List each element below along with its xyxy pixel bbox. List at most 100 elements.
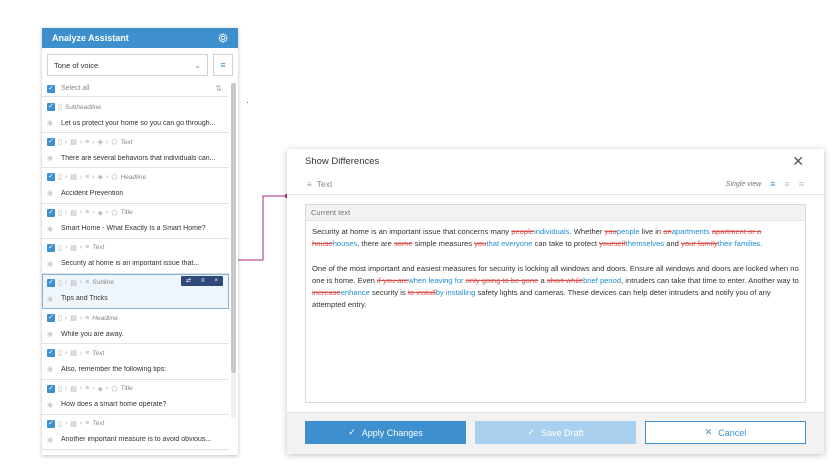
- list-item[interactable]: ✓ ▯ › ▤ › ≡ › ◈ › ⬠ Text ◉ There are several behavio…: [42, 133, 229, 169]
- dialog-subheader: ≡ Text Single view ≡ ≡ ≡: [287, 174, 824, 195]
- close-icon[interactable]: ×: [214, 278, 218, 284]
- deleted-text: only going to be gone: [465, 275, 539, 285]
- dialog-header: Show Differences: [287, 149, 824, 174]
- list-item[interactable]: ✓ ▯ › ▤ › ≡ Subline ⇄ ≡ × ◉ Tips and Tricks: [42, 273, 229, 310]
- split-view-icon[interactable]: ≡: [784, 179, 789, 189]
- item-breadcrumb: ✓ ▯ › ▤ › ≡ Text: [47, 419, 225, 428]
- tone-select[interactable]: Tone of voice ⌄: [47, 54, 208, 76]
- gear-icon[interactable]: [217, 32, 229, 44]
- item-checkbox[interactable]: ✓: [47, 208, 55, 217]
- doc-icon: ▯: [58, 104, 62, 111]
- eye-icon[interactable]: ◉: [47, 365, 61, 373]
- inserted-text: by installing: [435, 288, 476, 297]
- list-item[interactable]: ✓ ▯ › ▤ › ≡ Text ◉ Another important measure is …: [42, 415, 229, 450]
- item-type-label: Headline: [92, 314, 118, 322]
- scrollbar[interactable]: [231, 83, 236, 418]
- list-item[interactable]: ✓ ▯ › ▤ › ≡ Text ◉ Also, remember the following …: [42, 344, 229, 380]
- tone-select-value: Tone of voice: [54, 60, 99, 70]
- list-icon: ≡: [85, 349, 90, 357]
- chevron-right-icon: ›: [64, 244, 68, 252]
- chevron-right-icon: ›: [106, 209, 109, 217]
- item-checkbox[interactable]: ✓: [47, 103, 55, 111]
- chevron-right-icon: ›: [106, 385, 109, 392]
- view-mode-label: Single view: [725, 180, 762, 188]
- inserted-text: themselves: [625, 239, 665, 249]
- unchanged-text: .: [760, 239, 763, 249]
- filter-button[interactable]: ≡: [213, 54, 233, 76]
- unchanged-text: Security at home is an important issue t…: [312, 227, 512, 236]
- list-item[interactable]: ✓ ▯ › ▤ › ≡ › ◈ › ⬠ Headline ◉ Accident Prevention: [42, 168, 229, 204]
- doc-icon: ▯: [58, 244, 62, 252]
- item-checkbox[interactable]: ✓: [47, 173, 55, 182]
- eye-icon[interactable]: ◉: [47, 436, 61, 444]
- list-icon: ≡: [85, 279, 90, 287]
- list-item[interactable]: ✓ ▯ Subheadline ◉ Let us protect your home s…: [42, 98, 229, 134]
- item-type-label: Title: [120, 385, 133, 392]
- save-draft-button[interactable]: ✓ Save Draft: [475, 421, 636, 444]
- stack-icon: ◈: [97, 174, 103, 182]
- list-item[interactable]: ✓ ▯ › ▤ › ≡ Headline ◉ While you are away.: [42, 309, 229, 345]
- item-checkbox[interactable]: ✓: [47, 243, 55, 252]
- item-type-label: Text: [92, 420, 105, 428]
- item-text: Accident Prevention: [61, 189, 124, 197]
- unchanged-text: can take to protect: [532, 239, 600, 249]
- close-icon[interactable]: ✕: [792, 154, 804, 168]
- chevron-right-icon: ›: [92, 385, 95, 392]
- scroll-thumb[interactable]: [231, 83, 236, 373]
- chevron-right-icon: ›: [64, 349, 68, 357]
- item-breadcrumb: ✓ ▯ › ▤ › ≡ › ◈ › ⬠ Title: [47, 208, 225, 217]
- item-breadcrumb: ✓ ▯ › ▤ › ≡ › ◈ › ⬠ Text: [47, 138, 225, 147]
- list-icon[interactable]: ≡: [201, 278, 205, 284]
- item-checkbox[interactable]: ✓: [47, 419, 55, 428]
- chevron-right-icon: ›: [92, 173, 95, 181]
- section-icon: ▤: [70, 279, 77, 287]
- doc-icon: ▯: [58, 209, 62, 217]
- list-item[interactable]: ✓ ▯ › ▤ › ≡ Text ◉ Security at home is an import…: [42, 239, 229, 274]
- cancel-button[interactable]: ✕ Cancel: [645, 421, 806, 444]
- cancel-label: Cancel: [718, 427, 747, 438]
- eye-icon[interactable]: ◉: [47, 401, 61, 409]
- stacked-view-icon[interactable]: ≡: [799, 179, 804, 189]
- inserted-text: their families: [717, 239, 761, 249]
- section-icon: ▤: [70, 315, 77, 323]
- item-type-label: Text: [120, 138, 133, 146]
- item-breadcrumb: ✓ ▯ Subheadline: [47, 103, 225, 111]
- section-icon: ▤: [70, 350, 77, 358]
- item-checkbox[interactable]: ✓: [47, 349, 55, 358]
- eye-icon[interactable]: ◉: [47, 154, 61, 162]
- item-checkbox[interactable]: ✓: [47, 138, 55, 147]
- section-icon: ▤: [70, 420, 77, 428]
- item-breadcrumb: ✓ ▯ › ▤ › ≡ › ◈ › ⬠ Title: [47, 384, 225, 393]
- tag-icon: ⬠: [111, 385, 118, 393]
- eye-icon[interactable]: ◉: [47, 260, 61, 268]
- select-all-row[interactable]: ✓ Select all ⇅: [42, 81, 228, 97]
- sort-icon[interactable]: ⇅: [215, 84, 222, 93]
- item-checkbox[interactable]: ✓: [47, 278, 55, 287]
- eye-icon[interactable]: ◉: [47, 225, 61, 233]
- stack-icon: ◈: [97, 139, 103, 147]
- item-breadcrumb: ✓ ▯ › ▤ › ≡ › ◈ › ⬠ Headline: [47, 173, 225, 182]
- single-view-icon[interactable]: ≡: [770, 179, 775, 189]
- list-item[interactable]: ✓ ▯ › ▤ › ≡ › ◈ › ⬠ Title ◉ How does a smart home op…: [42, 380, 229, 415]
- inserted-text: people: [616, 227, 640, 236]
- list-icon: ≡: [85, 244, 90, 252]
- tag-icon: ⬠: [111, 139, 118, 147]
- eye-icon[interactable]: ◉: [47, 330, 61, 338]
- apply-changes-button[interactable]: ✓ Apply Changes: [305, 421, 466, 444]
- compare-icon[interactable]: ⇄: [186, 277, 191, 284]
- eye-icon[interactable]: ◉: [47, 189, 61, 197]
- deleted-text: you: [474, 239, 487, 249]
- eye-icon[interactable]: ◉: [47, 119, 61, 127]
- list-item[interactable]: ✓ ▯ › ▤ › ≡ › ◈ › ⬠ Title ◉ Smart Home - What Exactl…: [42, 204, 229, 239]
- item-text: Another important measure is to avoid ob…: [61, 436, 212, 444]
- item-toolbar: ⇄ ≡ ×: [181, 275, 223, 286]
- select-all-checkbox[interactable]: ✓: [47, 84, 55, 93]
- item-checkbox[interactable]: ✓: [47, 314, 55, 323]
- text-icon: ≡: [307, 179, 312, 189]
- item-checkbox[interactable]: ✓: [47, 384, 55, 393]
- eye-icon[interactable]: ◉: [47, 295, 61, 303]
- chevron-right-icon: ›: [79, 279, 83, 287]
- chevron-right-icon: ›: [106, 138, 109, 146]
- deleted-text: if you are: [377, 275, 409, 285]
- chevron-right-icon: ›: [79, 314, 83, 322]
